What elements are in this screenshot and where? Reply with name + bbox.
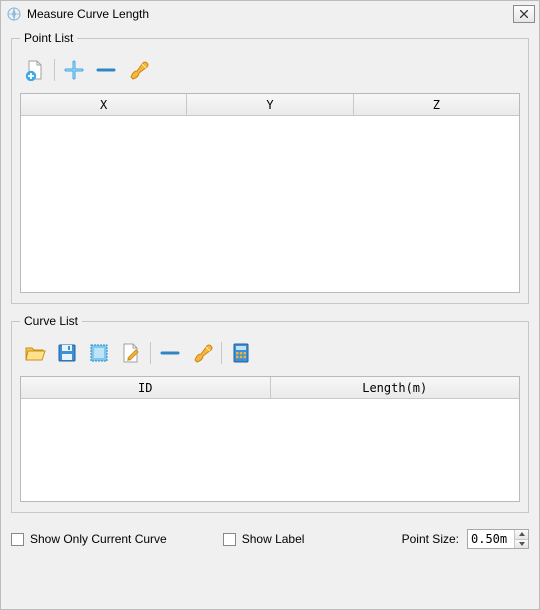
column-header-y[interactable]: Y <box>187 94 353 116</box>
app-icon <box>5 5 23 23</box>
toolbar-separator <box>54 59 55 81</box>
spin-buttons <box>514 530 528 548</box>
new-page-icon[interactable] <box>22 57 48 83</box>
curve-table-body[interactable] <box>21 399 519 501</box>
curve-table[interactable]: ID Length(m) <box>20 376 520 502</box>
point-size-value[interactable]: 0.50m <box>468 530 514 548</box>
column-header-z[interactable]: Z <box>354 94 519 116</box>
curve-list-legend: Curve List <box>20 314 82 328</box>
column-header-id[interactable]: ID <box>21 377 271 399</box>
point-list-group: Point List <box>11 31 529 304</box>
point-table-header: X Y Z <box>21 94 519 116</box>
calculator-icon[interactable] <box>228 340 254 366</box>
curve-table-header: ID Length(m) <box>21 377 519 399</box>
point-table[interactable]: X Y Z <box>20 93 520 293</box>
window-title: Measure Curve Length <box>27 7 513 21</box>
checkbox-box[interactable] <box>223 533 236 546</box>
brush-icon[interactable] <box>125 57 151 83</box>
point-size-label: Point Size: <box>402 532 459 546</box>
show-only-current-label: Show Only Current Curve <box>30 532 167 546</box>
checkbox-box[interactable] <box>11 533 24 546</box>
select-rect-icon[interactable] <box>86 340 112 366</box>
column-header-length[interactable]: Length(m) <box>271 377 520 399</box>
column-header-x[interactable]: X <box>21 94 187 116</box>
spin-down-button[interactable] <box>515 540 528 549</box>
point-list-legend: Point List <box>20 31 77 45</box>
show-label-checkbox[interactable]: Show Label <box>223 532 305 546</box>
spin-up-button[interactable] <box>515 530 528 540</box>
titlebar: Measure Curve Length <box>1 1 539 27</box>
content-area: Point List <box>1 31 539 513</box>
curve-list-toolbar <box>20 336 520 376</box>
save-icon[interactable] <box>54 340 80 366</box>
plus-icon[interactable] <box>61 57 87 83</box>
brush-icon[interactable] <box>189 340 215 366</box>
point-table-body[interactable] <box>21 116 519 292</box>
close-button[interactable] <box>513 5 535 23</box>
toolbar-separator <box>221 342 222 364</box>
edit-page-icon[interactable] <box>118 340 144 366</box>
show-label-label: Show Label <box>242 532 305 546</box>
toolbar-separator <box>150 342 151 364</box>
minus-icon[interactable] <box>157 340 183 366</box>
footer-row: Show Only Current Curve Show Label Point… <box>1 523 539 557</box>
curve-list-group: Curve List <box>11 314 529 513</box>
point-size-spinbox[interactable]: 0.50m <box>467 529 529 549</box>
folder-open-icon[interactable] <box>22 340 48 366</box>
point-list-toolbar <box>20 53 520 93</box>
show-only-current-checkbox[interactable]: Show Only Current Curve <box>11 532 167 546</box>
minus-icon[interactable] <box>93 57 119 83</box>
